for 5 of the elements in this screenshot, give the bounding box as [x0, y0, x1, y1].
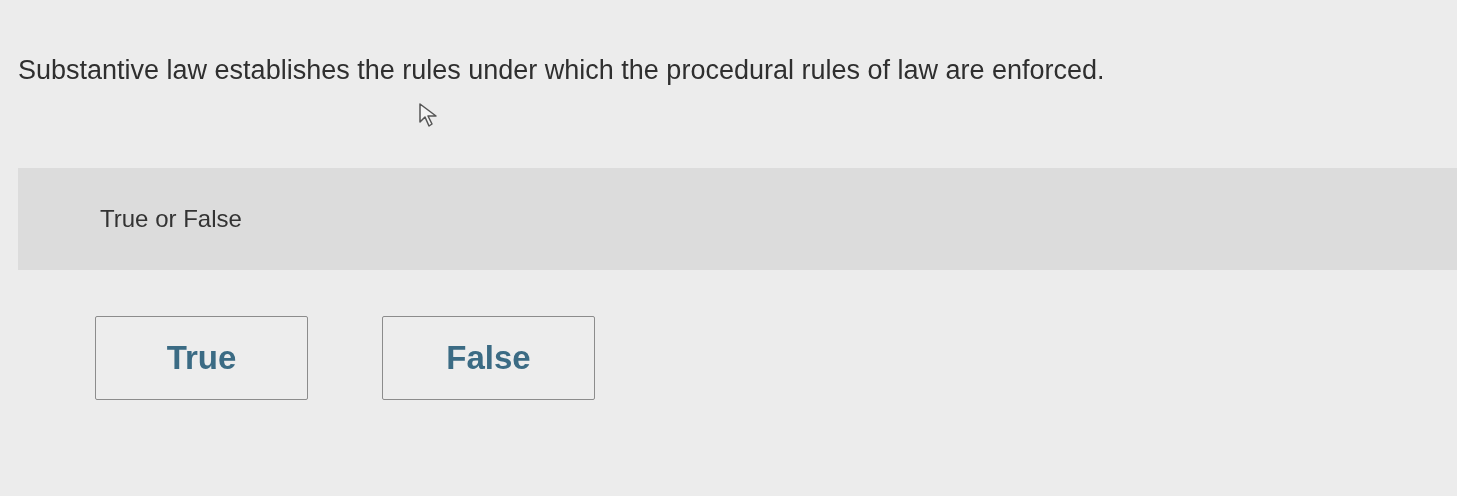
cursor-icon	[418, 102, 440, 128]
answer-button[interactable]: False	[382, 316, 595, 400]
question-text: Substantive law establishes the rules under which the procedural rules of law are enforced.	[18, 54, 1106, 87]
prompt-text: True or False	[100, 205, 242, 233]
answer-button[interactable]: True	[95, 316, 308, 400]
